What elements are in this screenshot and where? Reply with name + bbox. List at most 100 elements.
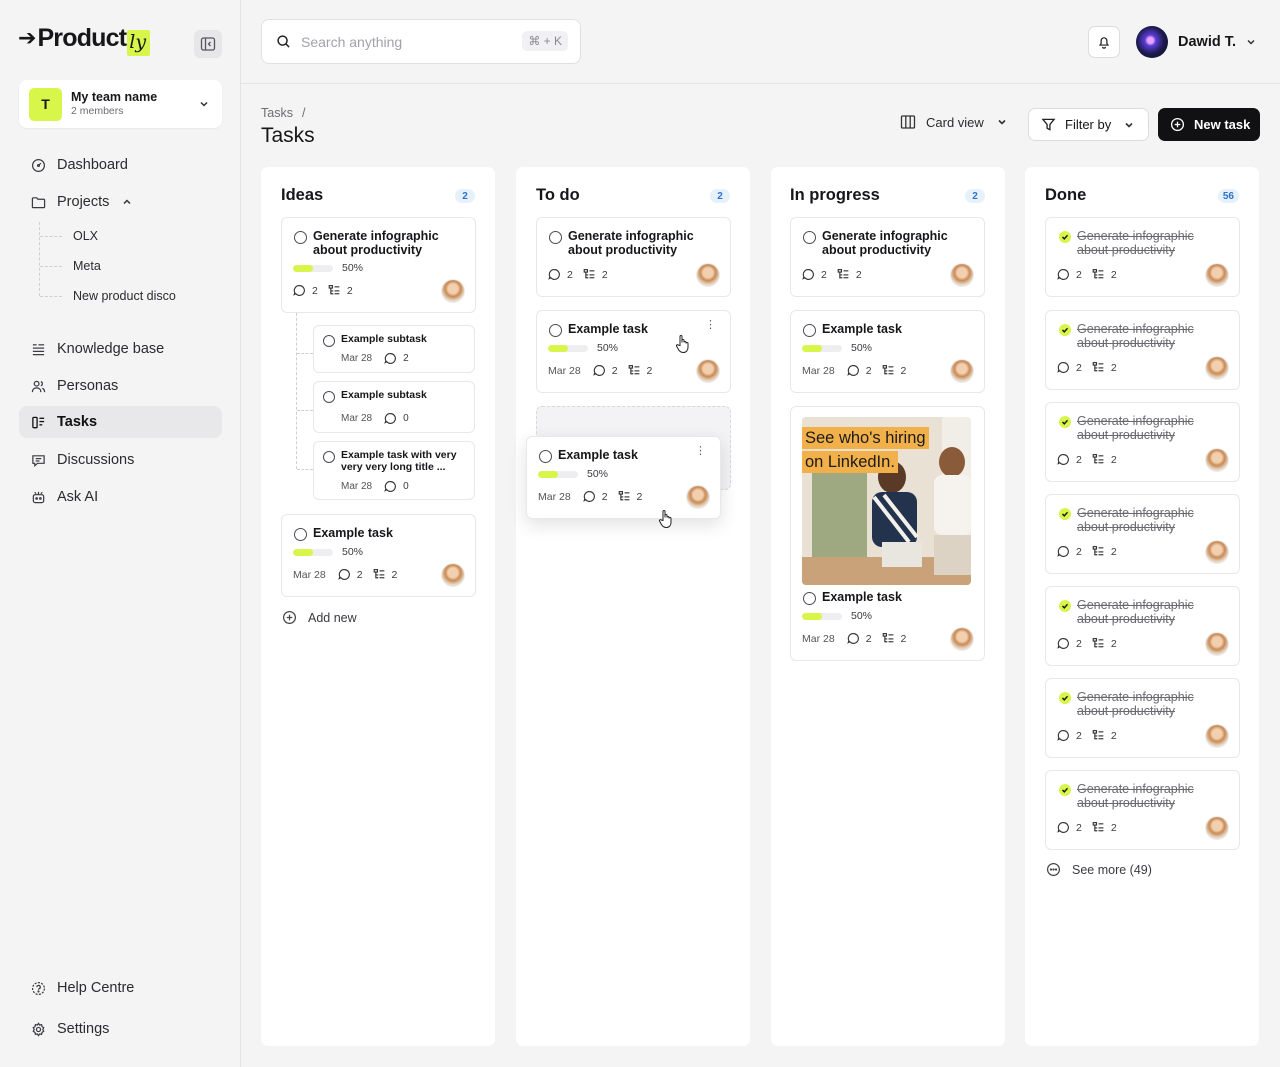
nav-projects[interactable]: Projects: [19, 186, 222, 218]
task-status-radio[interactable]: [294, 231, 307, 244]
user-name[interactable]: Dawid T.: [1178, 34, 1236, 50]
task-card[interactable]: Example task ⋮ 50% Mar 28 2 2: [536, 310, 731, 393]
subnav-olx[interactable]: OLX: [73, 229, 98, 243]
completed-check-icon[interactable]: [1059, 600, 1071, 612]
assignee-avatar[interactable]: [950, 359, 974, 383]
done-task-card[interactable]: Generate infographic about productivity 2…: [1045, 770, 1240, 850]
task-status-radio[interactable]: [549, 324, 562, 337]
new-task-button[interactable]: New task: [1158, 108, 1260, 141]
see-more-button[interactable]: See more (49): [1046, 862, 1152, 877]
nav-ask-ai[interactable]: Ask AI: [19, 481, 222, 513]
add-new-label: Add new: [308, 610, 357, 625]
subtasks-value: 2: [1110, 821, 1117, 834]
chevron-up-icon[interactable]: [121, 196, 133, 208]
subnav-new-product-disco[interactable]: New product disco: [73, 289, 176, 303]
done-task-card[interactable]: Generate infographic about productivity 2…: [1045, 586, 1240, 666]
assignee-avatar[interactable]: [441, 279, 465, 303]
comments-value: 2: [865, 364, 872, 377]
sidebar-collapse-icon: [200, 37, 216, 51]
subtasks-value: 2: [646, 364, 653, 377]
add-new-button[interactable]: Add new: [282, 610, 357, 625]
assignee-avatar[interactable]: [1205, 632, 1229, 656]
more-options-icon[interactable]: ⋮: [695, 446, 706, 457]
assignee-avatar[interactable]: [1205, 724, 1229, 748]
task-card[interactable]: Example task 50% Mar 28 2 2: [281, 514, 476, 597]
done-task-card[interactable]: Generate infographic about productivity 2…: [1045, 310, 1240, 390]
nav-personas[interactable]: Personas: [19, 370, 222, 402]
search-shortcut: ⌘ + K: [522, 31, 568, 51]
done-task-card[interactable]: Generate infographic about productivity 2…: [1045, 402, 1240, 482]
nav-knowledge-base[interactable]: Knowledge base: [19, 333, 222, 365]
assignee-avatar[interactable]: [1205, 448, 1229, 472]
done-task-card[interactable]: Generate infographic about productivity 2…: [1045, 678, 1240, 758]
task-status-radio[interactable]: [549, 231, 562, 244]
progress-percent: 50%: [587, 468, 609, 480]
subtask-status-radio[interactable]: [323, 451, 335, 463]
completed-check-icon[interactable]: [1059, 692, 1071, 704]
subtask-card[interactable]: Example subtask Mar 28 0: [313, 381, 475, 433]
assignee-avatar[interactable]: [950, 627, 974, 651]
subtask-card[interactable]: Example subtask Mar 28 2: [313, 325, 475, 373]
completed-check-icon[interactable]: [1059, 416, 1071, 428]
assignee-avatar[interactable]: [686, 485, 710, 509]
subtask-status-radio[interactable]: [323, 335, 335, 347]
comments-value: 2: [1076, 453, 1082, 466]
subtask-card[interactable]: Example task with very very very long ti…: [313, 441, 475, 500]
notifications-button[interactable]: [1088, 26, 1120, 58]
assignee-avatar[interactable]: [1205, 356, 1229, 380]
comments-count: 2: [1057, 268, 1082, 281]
user-avatar[interactable]: [1136, 26, 1168, 58]
assignee-avatar[interactable]: [696, 263, 720, 287]
nav-dashboard-label: Dashboard: [57, 157, 128, 173]
subtask-status-radio[interactable]: [323, 391, 335, 403]
task-card[interactable]: Generate infographic about productivity …: [281, 217, 476, 313]
collapse-sidebar-button[interactable]: [194, 30, 222, 58]
assignee-avatar[interactable]: [950, 263, 974, 287]
assignee-avatar[interactable]: [696, 359, 720, 383]
completed-check-icon[interactable]: [1059, 231, 1071, 243]
task-status-radio[interactable]: [803, 324, 816, 337]
done-task-card[interactable]: Generate infographic about productivity 2…: [1045, 217, 1240, 297]
completed-check-icon[interactable]: [1059, 784, 1071, 796]
more-options-icon[interactable]: ⋮: [705, 320, 716, 331]
task-status-radio[interactable]: [803, 231, 816, 244]
tree-branch: [40, 296, 62, 297]
filter-button[interactable]: Filter by: [1028, 108, 1149, 141]
team-switcher[interactable]: T My team name 2 members: [19, 80, 222, 128]
subnav-meta[interactable]: Meta: [73, 259, 101, 273]
nav-tasks[interactable]: Tasks: [19, 406, 222, 438]
task-status-radio[interactable]: [294, 528, 307, 541]
assignee-avatar[interactable]: [1205, 816, 1229, 840]
task-status-radio[interactable]: [539, 450, 552, 463]
dragging-task-card[interactable]: Example task ⋮ 50% Mar 28 2 2: [526, 436, 721, 519]
task-title: Generate infographic about productivity: [1077, 322, 1194, 350]
assignee-avatar[interactable]: [1205, 263, 1229, 287]
search-box[interactable]: ⌘ + K: [261, 19, 581, 64]
nav-discussions[interactable]: Discussions: [19, 444, 222, 476]
subtasks-value: 2: [1110, 545, 1117, 558]
nav-dashboard[interactable]: Dashboard: [19, 149, 222, 181]
chevron-down-icon[interactable]: [1245, 36, 1257, 48]
breadcrumb-tasks[interactable]: Tasks: [261, 106, 293, 120]
card-view-label: Card view: [926, 114, 984, 130]
brand-logo[interactable]: ➔ Product ly: [18, 24, 151, 56]
search-input[interactable]: [301, 33, 501, 50]
cover-text-line: on LinkedIn.: [802, 451, 898, 473]
task-meta: Mar 28 2 2: [802, 364, 916, 377]
task-card[interactable]: Example task 50% Mar 28 2 2: [790, 310, 985, 393]
assignee-avatar[interactable]: [1205, 540, 1229, 564]
task-card[interactable]: Generate infographic about productivity …: [790, 217, 985, 297]
new-task-label: New task: [1194, 117, 1251, 132]
card-view-toggle[interactable]: Card view: [900, 114, 1008, 130]
task-status-radio[interactable]: [803, 592, 816, 605]
completed-check-icon[interactable]: [1059, 324, 1071, 336]
task-card[interactable]: Generate infographic about productivity …: [536, 217, 731, 297]
done-task-card[interactable]: Generate infographic about productivity 2…: [1045, 494, 1240, 574]
assignee-avatar[interactable]: [441, 563, 465, 587]
nav-settings[interactable]: Settings: [19, 1013, 222, 1045]
column-title: In progress: [790, 186, 880, 204]
nav-help-centre[interactable]: Help Centre: [19, 972, 222, 1004]
task-card-with-image[interactable]: See who's hiring on LinkedIn. Example tas…: [790, 406, 985, 661]
completed-check-icon[interactable]: [1059, 508, 1071, 520]
breadcrumb-separator: /: [301, 106, 306, 120]
